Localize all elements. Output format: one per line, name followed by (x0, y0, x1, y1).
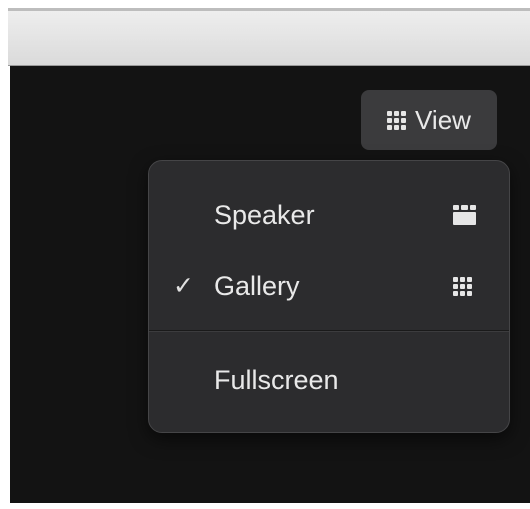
checkmark-icon: ✓ (173, 272, 194, 300)
view-button[interactable]: View (361, 90, 497, 150)
menu-item-fullscreen[interactable]: Fullscreen (149, 351, 509, 409)
menu-item-label: Fullscreen (214, 364, 339, 395)
menu-divider (149, 330, 509, 332)
speaker-view-icon (453, 205, 476, 225)
app-window: View Speaker ✓ Gallery Fullscreen (0, 0, 530, 509)
grid-icon (387, 110, 407, 130)
menu-item-speaker[interactable]: Speaker (149, 186, 509, 244)
gallery-view-icon (453, 276, 472, 296)
menu-item-label: Gallery (214, 270, 300, 301)
view-button-label: View (415, 104, 471, 135)
menu-item-gallery[interactable]: ✓ Gallery (149, 257, 509, 315)
menu-item-label: Speaker (214, 199, 315, 230)
window-top-bar (8, 8, 530, 66)
view-menu: Speaker ✓ Gallery Fullscreen (148, 160, 510, 433)
